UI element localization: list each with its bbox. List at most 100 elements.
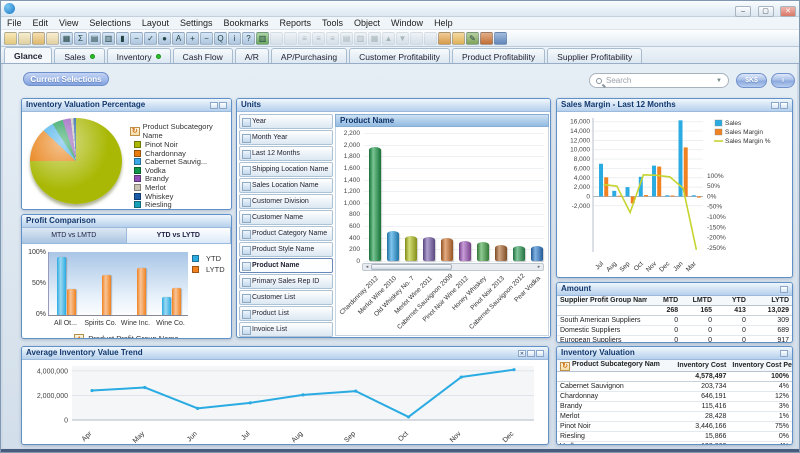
tab-ap-purchasing[interactable]: AP/Purchasing	[271, 48, 347, 63]
bar-pinot-noir-wine-2012[interactable]	[459, 241, 471, 261]
column-header-product-subcategory-name[interactable]: ↻Product Subcategory Name	[557, 360, 660, 372]
list-item-product-category-name[interactable]: Product Category Name	[239, 226, 333, 241]
bar-merlot-wine-2010[interactable]	[387, 231, 399, 261]
panel-close-icon[interactable]: ✕	[518, 350, 526, 357]
bar-dec[interactable]	[665, 195, 669, 196]
info-button[interactable]: i	[771, 73, 795, 88]
list-item-customer-list[interactable]: Customer List	[239, 290, 333, 305]
menu-item-layout[interactable]: Layout	[142, 17, 169, 29]
list-item-last-12-months[interactable]: Last 12 Months	[239, 146, 333, 161]
bar-nov[interactable]	[657, 167, 661, 197]
list-item-month-year[interactable]: Month Year	[239, 130, 333, 145]
bar-wine-co-ytd[interactable]	[162, 297, 171, 315]
info-tool-icon[interactable]: i	[228, 32, 241, 45]
list-item-shipping-location-name[interactable]: Shipping Location Name	[239, 162, 333, 177]
bar-jul[interactable]	[599, 164, 603, 197]
bar-mar[interactable]	[692, 195, 696, 196]
table-row[interactable]: Chardonnay646,19112%	[557, 392, 792, 402]
list-item-product-list[interactable]: Product List	[239, 306, 333, 321]
bar-dec[interactable]	[670, 196, 674, 197]
column-header-mtd[interactable]: MTD	[647, 296, 681, 306]
sigma-icon[interactable]: Σ	[74, 32, 87, 45]
panel-minimize-icon[interactable]	[219, 102, 227, 109]
list-item-year[interactable]: Year	[239, 114, 333, 129]
panel-print-icon[interactable]	[527, 350, 535, 357]
column-header-ytd[interactable]: YTD	[715, 296, 749, 306]
panel-minimize-icon[interactable]	[536, 350, 544, 357]
cycle-group-icon[interactable]: ↻	[560, 362, 570, 371]
table-row[interactable]: Vodka198,8684%	[557, 442, 792, 446]
tab-a-r[interactable]: A/R	[235, 48, 269, 63]
currency-toggle-button[interactable]: $K$	[736, 73, 767, 88]
tab-supplier-profitability[interactable]: Supplier Profitability	[547, 48, 642, 63]
chart-wizard-icon[interactable]: ▥	[256, 32, 269, 45]
column-header-supplier-profit-group-name[interactable]: Supplier Profit Group Name	[557, 296, 647, 306]
panel-minimize-icon[interactable]	[780, 350, 788, 357]
open-icon[interactable]	[18, 32, 31, 45]
bar-merlot-wine-2011[interactable]	[423, 237, 435, 261]
table-icon[interactable]: ▦	[60, 32, 73, 45]
menu-item-view[interactable]: View	[59, 17, 78, 29]
column-header-inventory-cost-percentage[interactable]: Inventory Cost Percentage	[729, 360, 792, 372]
table-row[interactable]: Pinot Noir3,446,16675%	[557, 422, 792, 432]
scroll-left-arrow-icon[interactable]: ◂	[363, 264, 371, 270]
panel-minimize-icon[interactable]	[780, 286, 788, 293]
bar-sep[interactable]	[626, 187, 630, 196]
new-document-icon[interactable]	[4, 32, 17, 45]
bar-aug[interactable]	[612, 191, 616, 197]
cycle-group-icon[interactable]: ↻	[130, 127, 140, 136]
export-icon[interactable]	[480, 32, 493, 45]
menu-item-file[interactable]: File	[7, 17, 22, 29]
table-row[interactable]: Brandy115,4163%	[557, 402, 792, 412]
column-header-lytd[interactable]: LYTD	[749, 296, 792, 306]
search-dropdown-arrow-icon[interactable]: ▼	[716, 78, 722, 84]
menu-item-help[interactable]: Help	[434, 17, 453, 29]
bar-pear-vodka[interactable]	[531, 246, 543, 261]
close-button[interactable]: ✕	[780, 6, 796, 17]
maximize-button[interactable]: ▢	[758, 6, 774, 17]
tab-customer-profitability[interactable]: Customer Profitability	[349, 48, 450, 63]
list-item-product-name[interactable]: Product Name	[239, 258, 333, 273]
list-item-product-style-name[interactable]: Product Style Name	[239, 242, 333, 257]
minimize-button[interactable]: –	[735, 6, 751, 17]
mail-icon[interactable]	[46, 32, 59, 45]
tab-product-profitability[interactable]: Product Profitability	[452, 48, 545, 63]
menu-item-settings[interactable]: Settings	[180, 17, 213, 29]
help-tool-icon[interactable]: ?	[242, 32, 255, 45]
column-header-inventory-cost[interactable]: Inventory Cost	[660, 360, 730, 372]
list-item-customer-division[interactable]: Customer Division	[239, 194, 333, 209]
bar-all-ot-ytd[interactable]	[57, 257, 66, 315]
tab-sales[interactable]: Sales	[54, 48, 104, 63]
bar-jan[interactable]	[684, 147, 688, 196]
chart-icon[interactable]: ▥	[102, 32, 115, 45]
search-placeholder[interactable]: Search	[606, 76, 712, 85]
menu-item-reports[interactable]: Reports	[280, 17, 312, 29]
table-row[interactable]: South American Suppliers000309	[557, 316, 792, 326]
report-icon[interactable]	[494, 32, 507, 45]
pie-legend-item-riesling[interactable]: Riesling0%	[134, 200, 232, 209]
search-box[interactable]: Search ▼	[589, 73, 729, 88]
check-icon[interactable]: ✓	[144, 32, 157, 45]
minus-icon[interactable]: −	[130, 32, 143, 45]
bar-all-ot-lytd[interactable]	[67, 289, 76, 315]
bar-jul[interactable]	[604, 177, 608, 196]
bar-cabernet-sauvignon-2009[interactable]	[441, 238, 453, 261]
tab-cash-flow[interactable]: Cash Flow	[173, 48, 233, 63]
table-row[interactable]: European Suppliers000917	[557, 336, 792, 344]
add-sheet-icon[interactable]	[452, 32, 465, 45]
search-tool-icon[interactable]: Q	[214, 32, 227, 45]
menu-item-window[interactable]: Window	[391, 17, 423, 29]
list-item-customer-name[interactable]: Customer Name	[239, 210, 333, 225]
scroll-right-arrow-icon[interactable]: ▸	[535, 264, 543, 270]
table-row[interactable]: Merlot28,4281%	[557, 412, 792, 422]
menu-item-bookmarks[interactable]: Bookmarks	[223, 17, 268, 29]
table-row[interactable]: Riesling15,8660%	[557, 432, 792, 442]
bar-honey-whiskey[interactable]	[477, 242, 489, 261]
grid-icon[interactable]: ▤	[88, 32, 101, 45]
bar-spirits-co-lytd[interactable]	[102, 275, 111, 315]
column-header-lmtd[interactable]: LMTD	[681, 296, 715, 306]
current-selections-button[interactable]: Current Selections	[23, 72, 109, 86]
bar-wine-inc-lytd[interactable]	[137, 268, 146, 315]
save-icon[interactable]	[32, 32, 45, 45]
list-item-sales-location-name[interactable]: Sales Location Name	[239, 178, 333, 193]
